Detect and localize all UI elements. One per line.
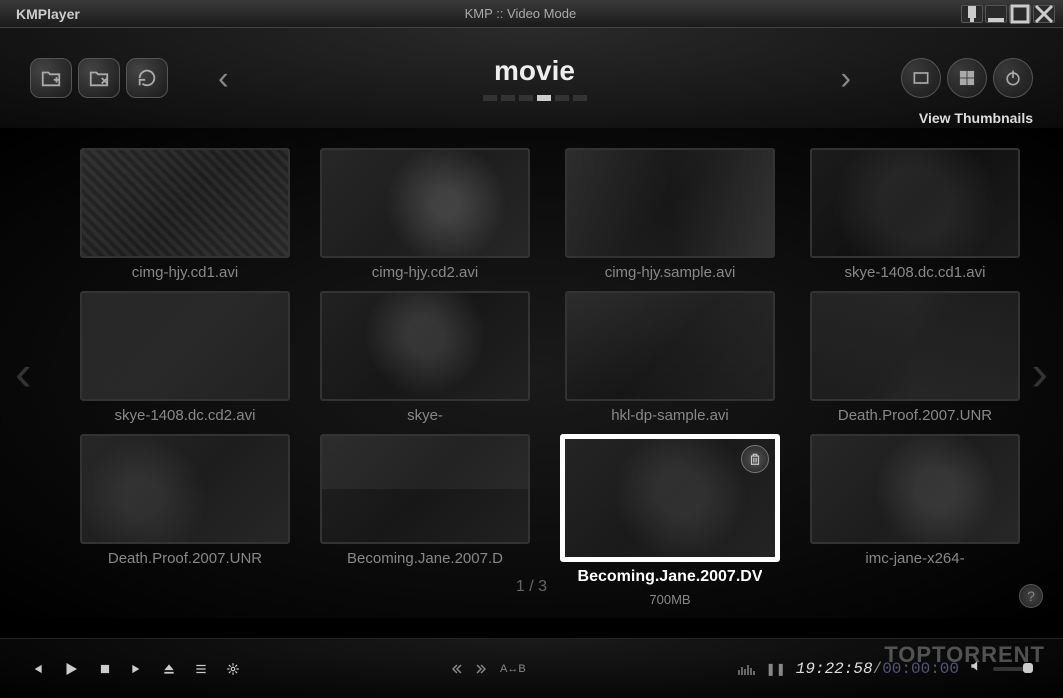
thumbnail-image	[80, 291, 290, 401]
remove-folder-button[interactable]	[78, 58, 120, 98]
thumbnail-label: Death.Proof.2007.UNR	[838, 407, 992, 424]
delete-icon[interactable]	[741, 445, 769, 473]
dot-active[interactable]	[537, 95, 551, 101]
thumbnail-grid: cimg-hjy.cd1.avi cimg-hjy.cd2.avi cimg-h…	[80, 148, 983, 588]
thumbnail-item[interactable]: cimg-hjy.cd1.avi	[80, 148, 290, 281]
close-button[interactable]	[1033, 5, 1055, 23]
eject-button[interactable]	[162, 662, 176, 676]
thumbnail-image	[565, 148, 775, 258]
thumbnail-label: imc-jane-x264-	[865, 550, 964, 567]
dot[interactable]	[519, 95, 533, 101]
thumbnail-image	[320, 148, 530, 258]
thumbnail-label: hkl-dp-sample.avi	[611, 407, 729, 424]
thumbnail-item[interactable]: Death.Proof.2007.UNR	[80, 434, 290, 607]
thumbnail-label: skye-1408.dc.cd2.avi	[115, 407, 256, 424]
dot[interactable]	[501, 95, 515, 101]
step-fwd-button[interactable]	[476, 664, 486, 674]
page-next-button[interactable]: ›	[1031, 344, 1048, 402]
thumbnail-item[interactable]: cimg-hjy.sample.avi	[560, 148, 780, 281]
thumbnail-image	[80, 434, 290, 544]
thumbnail-content: ‹ › cimg-hjy.cd1.avi cimg-hjy.cd2.avi ci…	[0, 128, 1063, 618]
thumbnail-label: cimg-hjy.cd2.avi	[372, 264, 478, 281]
thumbnail-label: cimg-hjy.sample.avi	[605, 264, 736, 281]
thumbnail-image	[810, 148, 1020, 258]
stop-button[interactable]	[98, 662, 112, 676]
pause-icon: ❚❚	[766, 662, 786, 676]
thumbnail-item[interactable]: cimg-hjy.cd2.avi	[320, 148, 530, 281]
power-button[interactable]	[993, 58, 1033, 98]
thumbnail-label: skye-1408.dc.cd1.avi	[845, 264, 986, 281]
thumbnail-image	[810, 291, 1020, 401]
app-name: KMPlayer	[8, 6, 80, 22]
thumbnail-item[interactable]: skye-	[320, 291, 530, 424]
thumbnail-item[interactable]: Death.Proof.2007.UNR	[810, 291, 1020, 424]
watermark: TOPTORRENT	[884, 642, 1045, 668]
thumbnail-label: Becoming.Jane.2007.DV	[578, 568, 763, 586]
titlebar: KMPlayer KMP :: Video Mode	[0, 0, 1063, 28]
minimize-button[interactable]	[985, 5, 1007, 23]
top-toolbar: ‹ movie › View Thumbnails	[0, 28, 1063, 128]
pin-button[interactable]	[961, 5, 983, 23]
thumbnail-item[interactable]: Becoming.Jane.2007.D	[320, 434, 530, 607]
thumbnail-image	[80, 148, 290, 258]
window-controls	[961, 5, 1055, 23]
thumbnail-item[interactable]: skye-1408.dc.cd1.avi	[810, 148, 1020, 281]
thumbnail-label: Death.Proof.2007.UNR	[108, 550, 262, 567]
thumbnail-label: cimg-hjy.cd1.avi	[132, 264, 238, 281]
ab-repeat-button[interactable]: A↔B	[500, 663, 526, 675]
category-title: movie	[494, 55, 575, 87]
dot[interactable]	[555, 95, 569, 101]
thumbnail-label: skye-	[407, 407, 443, 424]
thumbnail-image	[320, 291, 530, 401]
playlist-button[interactable]	[194, 662, 208, 676]
fullscreen-button[interactable]	[901, 58, 941, 98]
dot[interactable]	[573, 95, 587, 101]
prev-track-button[interactable]	[30, 662, 44, 676]
thumbnail-item[interactable]: hkl-dp-sample.avi	[560, 291, 780, 424]
thumbnail-size: 700MB	[649, 592, 690, 607]
category-prev-button[interactable]: ‹	[218, 60, 229, 97]
thumbnail-label: Becoming.Jane.2007.D	[347, 550, 503, 567]
thumbnail-image	[560, 434, 780, 562]
thumbnail-image	[320, 434, 530, 544]
category-dots	[483, 95, 587, 101]
help-button[interactable]: ?	[1019, 584, 1043, 608]
thumbnail-image	[810, 434, 1020, 544]
thumbnails-button[interactable]	[947, 58, 987, 98]
page-prev-button[interactable]: ‹	[15, 344, 32, 402]
add-folder-button[interactable]	[30, 58, 72, 98]
thumbnail-item-selected[interactable]: Becoming.Jane.2007.DV 700MB	[560, 434, 780, 607]
settings-button[interactable]	[226, 662, 240, 676]
thumbnail-image	[565, 291, 775, 401]
view-mode-label: View Thumbnails	[919, 110, 1033, 126]
thumbnail-item[interactable]: skye-1408.dc.cd2.avi	[80, 291, 290, 424]
dot[interactable]	[483, 95, 497, 101]
refresh-button[interactable]	[126, 58, 168, 98]
step-back-button[interactable]	[452, 664, 462, 674]
category-next-button[interactable]: ›	[840, 60, 851, 97]
eq-icon	[738, 663, 756, 675]
thumbnail-item[interactable]: imc-jane-x264-	[810, 434, 1020, 607]
play-button[interactable]	[62, 660, 80, 678]
next-track-button[interactable]	[130, 662, 144, 676]
window-title: KMP :: Video Mode	[80, 6, 961, 21]
maximize-button[interactable]	[1009, 5, 1031, 23]
